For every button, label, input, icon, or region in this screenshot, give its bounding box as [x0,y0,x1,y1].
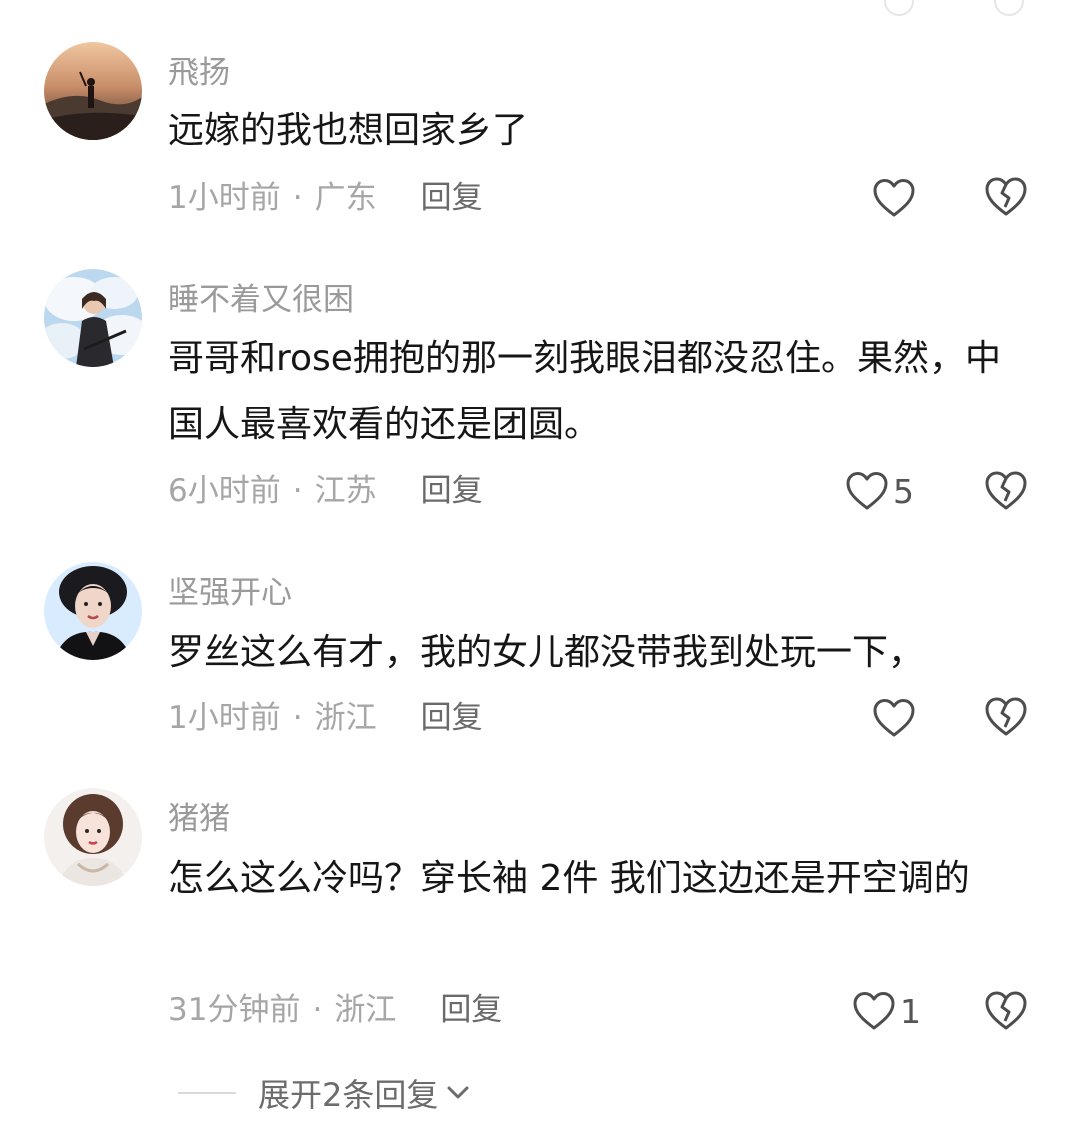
broken-heart-icon [985,177,1027,216]
like-icon-cut [884,0,914,16]
dislike-button[interactable] [984,174,1028,218]
comment-location: 浙江 [314,700,377,736]
comment-text: 罗丝这么有才，我的女儿都没带我到处玩一下， [168,632,925,673]
heart-outline-icon [853,992,895,1030]
comment-meta: 1小时前 · 广东 回复 [168,178,483,218]
heart-outline-icon [846,472,888,510]
meta-separator: · [292,473,303,509]
meta-separator: · [292,180,303,216]
dislike-button[interactable] [984,988,1028,1032]
like-button[interactable]: 5 [845,467,914,515]
reply-button[interactable]: 回复 [421,180,483,216]
comment-list: 飛扬 远嫁的我也想回家乡了 1小时前 · 广东 回复 睡不着又很困 哥哥和ros… [0,0,1080,1143]
username[interactable]: 猪猪 [168,793,230,838]
comment-meta: 31分钟前 · 浙江 回复 [168,990,502,1030]
broken-heart-icon [985,697,1027,736]
comment-meta: 6小时前 · 江苏 回复 [168,471,483,511]
dislike-button[interactable] [984,468,1028,512]
meta-separator: · [292,700,303,736]
reply-button[interactable]: 回复 [421,700,483,736]
username[interactable]: 睡不着又很困 [168,274,354,319]
broken-heart-icon [985,991,1027,1030]
heart-outline-icon [873,179,915,217]
like-count: 5 [893,471,914,511]
like-button[interactable] [872,174,920,222]
comment-time: 1小时前 [168,700,281,736]
like-count: 1 [900,991,921,1031]
comment-text: 怎么这么冷吗？穿长袖 2件 我们这边还是开空调的 [168,858,970,899]
expand-replies-label: 展开2条回复 [258,1076,439,1114]
expand-replies-button[interactable]: 展开2条回复 [178,1070,472,1116]
avatar[interactable] [44,42,142,140]
meta-separator: · [312,992,323,1028]
avatar[interactable] [44,269,142,367]
comment-time: 6小时前 [168,473,281,509]
broken-heart-icon [985,471,1027,510]
chevron-down-icon [447,1086,469,1099]
comment-text: 远嫁的我也想回家乡了 [168,110,529,151]
like-button[interactable] [872,694,920,742]
comment-text: 哥哥和rose拥抱的那一刻我眼泪都没忍住。果然，中国人最喜欢看的还是团圆。 [168,338,1001,445]
dislike-icon-cut [994,0,1024,16]
like-button[interactable]: 1 [852,987,921,1035]
divider-line [178,1092,236,1094]
comment-time: 31分钟前 [168,992,301,1028]
comment-time: 1小时前 [168,180,281,216]
avatar[interactable] [44,788,142,886]
heart-outline-icon [873,699,915,737]
username[interactable]: 坚强开心 [168,567,292,612]
dislike-button[interactable] [984,694,1028,738]
comment-meta: 1小时前 · 浙江 回复 [168,698,483,738]
reply-button[interactable]: 回复 [421,473,483,509]
comment-location: 浙江 [334,992,397,1028]
comment-location: 江苏 [314,473,377,509]
username[interactable]: 飛扬 [168,47,230,92]
reply-button[interactable]: 回复 [440,992,502,1028]
comment-location: 广东 [314,180,377,216]
avatar[interactable] [44,562,142,660]
